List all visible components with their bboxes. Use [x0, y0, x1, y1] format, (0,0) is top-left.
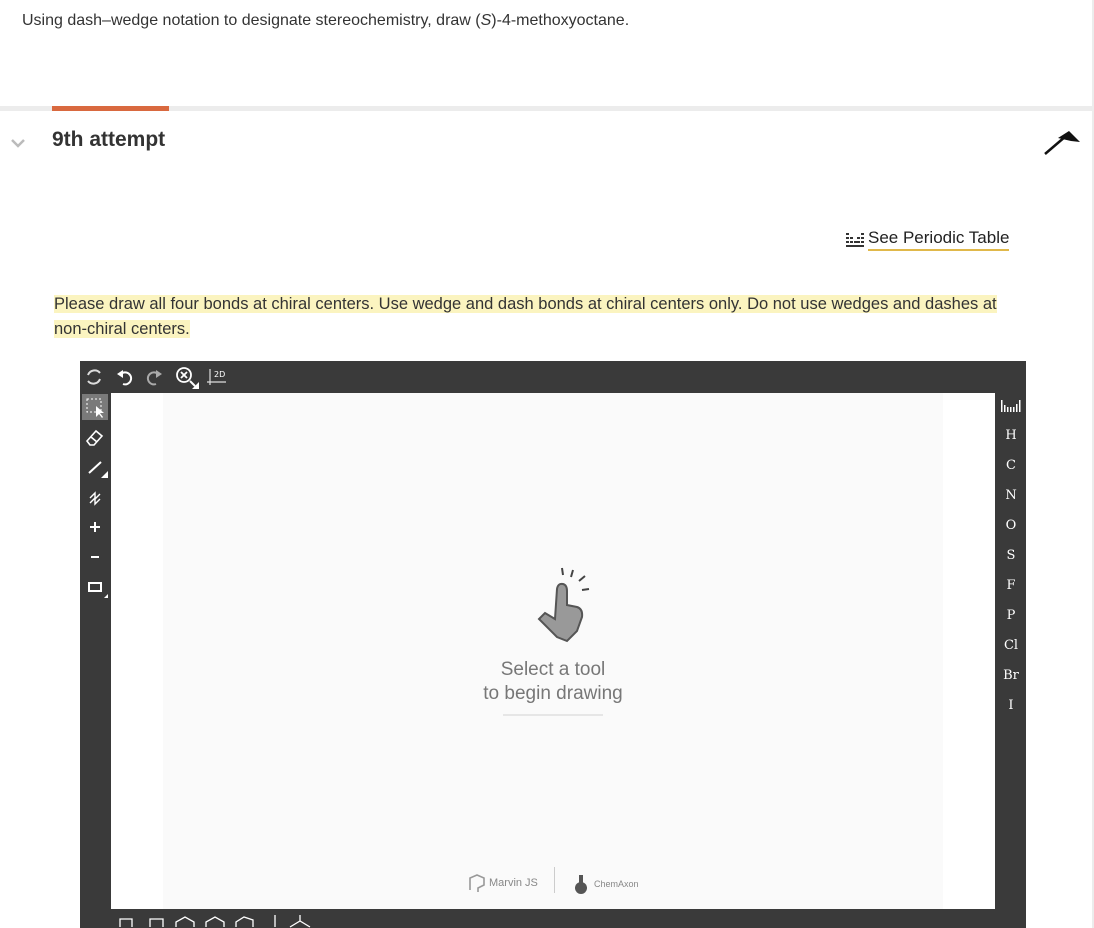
template-toolbar[interactable] — [110, 913, 410, 928]
pointer-hand-icon — [527, 565, 597, 645]
editor-top-toolbar: 2D — [80, 361, 1026, 393]
periodic-table-link[interactable]: See Periodic Table — [846, 228, 1009, 251]
marvin-brand: Marvin JS — [467, 873, 538, 893]
attempt-title: 9th attempt — [52, 128, 165, 152]
erase-icon — [82, 424, 108, 450]
element-i[interactable]: I — [996, 693, 1026, 719]
drawing-canvas[interactable]: Select a toolto begin drawing Marvin JS … — [111, 393, 995, 909]
bond-tool[interactable] — [82, 454, 108, 480]
marvin-editor: 2D — [80, 361, 1026, 928]
rectangle-tool[interactable] — [82, 574, 108, 600]
element-c[interactable]: C — [996, 453, 1026, 479]
select-icon — [82, 394, 108, 420]
undo-icon[interactable] — [115, 367, 135, 387]
element-br[interactable]: Br — [996, 663, 1026, 689]
plus-charge-tool[interactable] — [82, 514, 108, 540]
chemaxon-brand: ChemAxon — [573, 873, 639, 895]
element-cl[interactable]: Cl — [996, 633, 1026, 659]
erase-tool[interactable] — [82, 424, 108, 450]
chain-tool[interactable] — [82, 484, 108, 510]
attempt-accent-bar — [52, 106, 169, 111]
bond-icon — [82, 454, 108, 480]
chevron-down-icon[interactable] — [10, 136, 26, 150]
canvas-placeholder: Select a toolto begin drawing Marvin JS … — [163, 393, 943, 909]
minus-charge-icon — [82, 544, 108, 570]
element-f[interactable]: F — [996, 573, 1026, 599]
element-s[interactable]: S — [996, 543, 1026, 569]
chain-icon — [82, 484, 108, 510]
element-p[interactable]: P — [996, 603, 1026, 629]
minus-charge-tool[interactable] — [82, 544, 108, 570]
periodic-table-small-icon[interactable] — [996, 393, 1026, 419]
rectangle-icon — [82, 574, 108, 600]
question-text: Using dash–wedge notation to designate s… — [22, 12, 629, 30]
plus-charge-icon — [82, 514, 108, 540]
periodic-table-label: See Periodic Table — [868, 228, 1009, 251]
marvin-logo-icon — [467, 873, 489, 893]
clear-icon[interactable] — [84, 367, 104, 387]
element-o[interactable]: O — [996, 513, 1026, 539]
clean-2d-icon[interactable]: 2D — [206, 367, 232, 387]
brand-separator — [554, 867, 555, 893]
zoom-icon[interactable] — [174, 365, 200, 391]
element-h[interactable]: H — [996, 423, 1026, 449]
instruction-text: Please draw all four bonds at chiral cen… — [54, 292, 1020, 342]
canvas-hint: Select a toolto begin drawing — [163, 658, 943, 706]
chemaxon-flask-icon — [573, 873, 591, 895]
hint-underline — [503, 714, 603, 716]
element-n[interactable]: N — [996, 483, 1026, 509]
select-tool[interactable] — [82, 394, 108, 420]
clean-2d-label: 2D — [214, 370, 225, 379]
periodic-table-icon — [846, 232, 864, 248]
collapse-arrow-icon[interactable] — [1042, 128, 1082, 158]
redo-icon[interactable] — [144, 367, 164, 387]
